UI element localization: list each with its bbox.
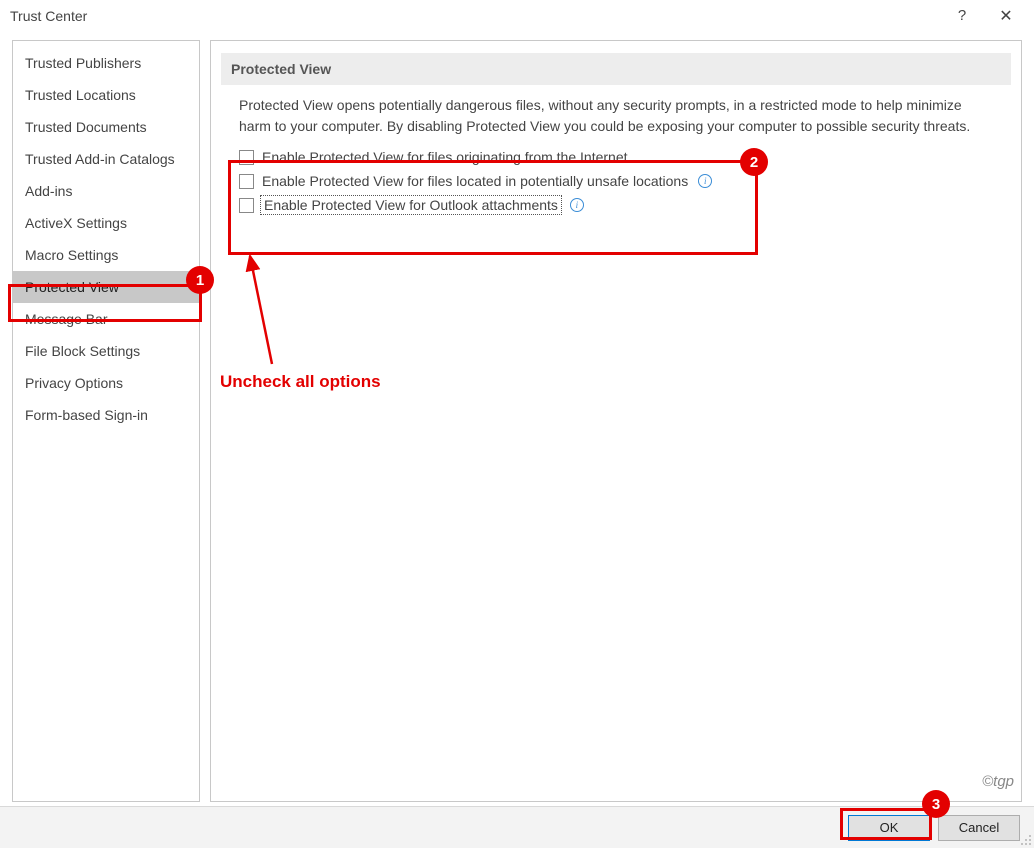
sidebar-item-message-bar[interactable]: Message Bar [13, 303, 199, 335]
checkbox-icon [239, 150, 254, 165]
resize-grip-icon[interactable] [1020, 834, 1032, 846]
info-icon[interactable]: i [570, 198, 584, 212]
close-button[interactable]: ✕ [984, 2, 1028, 30]
sidebar: Trusted Publishers Trusted Locations Tru… [12, 40, 200, 802]
sidebar-item-trusted-locations[interactable]: Trusted Locations [13, 79, 199, 111]
sidebar-item-macro-settings[interactable]: Macro Settings [13, 239, 199, 271]
info-icon[interactable]: i [698, 174, 712, 188]
cancel-button[interactable]: Cancel [938, 815, 1020, 841]
checkbox-label: Enable Protected View for files located … [262, 173, 688, 189]
watermark-text: ©tgp [982, 773, 1014, 790]
content-panel: Protected View Protected View opens pote… [210, 40, 1022, 802]
checkbox-row-unsafe-locations[interactable]: Enable Protected View for files located … [221, 169, 1011, 193]
checkbox-label: Enable Protected View for Outlook attach… [262, 197, 560, 213]
sidebar-item-form-based-signin[interactable]: Form-based Sign-in [13, 399, 199, 431]
titlebar: Trust Center ? ✕ [0, 0, 1034, 32]
dialog-footer: OK Cancel [0, 806, 1034, 848]
sidebar-item-trusted-publishers[interactable]: Trusted Publishers [13, 47, 199, 79]
sidebar-item-protected-view[interactable]: Protected View [13, 271, 199, 303]
help-icon: ? [958, 7, 966, 24]
sidebar-item-trusted-addin-catalogs[interactable]: Trusted Add-in Catalogs [13, 143, 199, 175]
checkbox-row-internet[interactable]: Enable Protected View for files originat… [221, 145, 1011, 169]
sidebar-item-privacy-options[interactable]: Privacy Options [13, 367, 199, 399]
section-description: Protected View opens potentially dangero… [221, 95, 1011, 145]
section-header: Protected View [221, 53, 1011, 85]
close-icon: ✕ [999, 6, 1012, 26]
checkbox-icon [239, 198, 254, 213]
sidebar-item-file-block-settings[interactable]: File Block Settings [13, 335, 199, 367]
window-title: Trust Center [10, 8, 940, 24]
main-area: Trusted Publishers Trusted Locations Tru… [0, 32, 1034, 802]
help-button[interactable]: ? [940, 2, 984, 30]
checkbox-icon [239, 174, 254, 189]
checkbox-row-outlook-attachments[interactable]: Enable Protected View for Outlook attach… [221, 193, 1011, 217]
sidebar-item-activex-settings[interactable]: ActiveX Settings [13, 207, 199, 239]
sidebar-item-trusted-documents[interactable]: Trusted Documents [13, 111, 199, 143]
sidebar-item-addins[interactable]: Add-ins [13, 175, 199, 207]
checkbox-label: Enable Protected View for files originat… [262, 149, 628, 165]
ok-button[interactable]: OK [848, 815, 930, 841]
